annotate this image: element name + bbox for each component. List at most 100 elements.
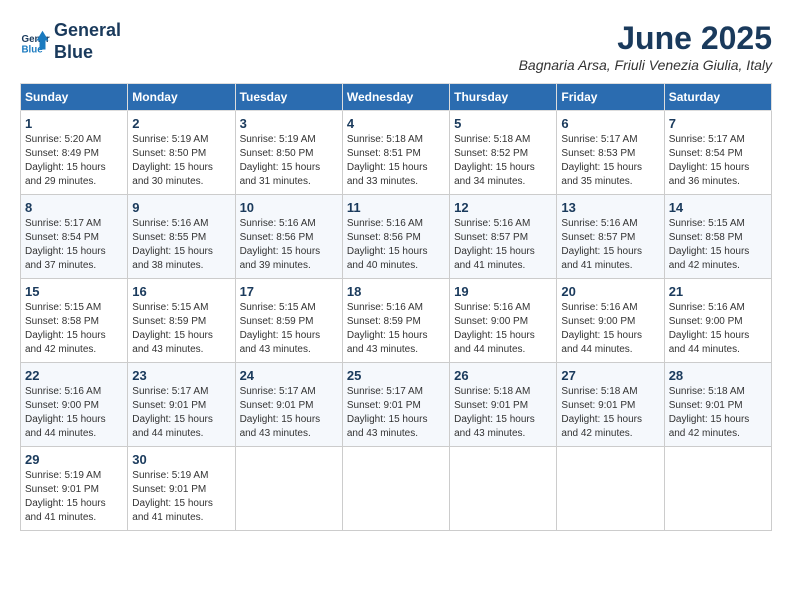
- calendar-week-row: 29 Sunrise: 5:19 AM Sunset: 9:01 PM Dayl…: [21, 447, 772, 531]
- day-number: 20: [561, 284, 659, 299]
- day-info: Sunrise: 5:15 AM Sunset: 8:58 PM Dayligh…: [25, 301, 123, 357]
- day-info: Sunrise: 5:16 AM Sunset: 8:57 PM Dayligh…: [561, 217, 659, 273]
- calendar-cell: 8 Sunrise: 5:17 AM Sunset: 8:54 PM Dayli…: [21, 195, 128, 279]
- day-number: 26: [454, 368, 552, 383]
- calendar-cell: 13 Sunrise: 5:16 AM Sunset: 8:57 PM Dayl…: [557, 195, 664, 279]
- day-number: 6: [561, 116, 659, 131]
- weekday-header: Thursday: [450, 84, 557, 111]
- day-info: Sunrise: 5:19 AM Sunset: 8:50 PM Dayligh…: [240, 133, 338, 189]
- day-number: 17: [240, 284, 338, 299]
- calendar-cell: 27 Sunrise: 5:18 AM Sunset: 9:01 PM Dayl…: [557, 363, 664, 447]
- calendar-cell: 10 Sunrise: 5:16 AM Sunset: 8:56 PM Dayl…: [235, 195, 342, 279]
- day-number: 30: [132, 452, 230, 467]
- day-info: Sunrise: 5:17 AM Sunset: 8:54 PM Dayligh…: [25, 217, 123, 273]
- day-info: Sunrise: 5:17 AM Sunset: 9:01 PM Dayligh…: [132, 385, 230, 441]
- day-number: 27: [561, 368, 659, 383]
- day-number: 21: [669, 284, 767, 299]
- day-info: Sunrise: 5:17 AM Sunset: 9:01 PM Dayligh…: [240, 385, 338, 441]
- calendar-week-row: 8 Sunrise: 5:17 AM Sunset: 8:54 PM Dayli…: [21, 195, 772, 279]
- day-info: Sunrise: 5:18 AM Sunset: 8:51 PM Dayligh…: [347, 133, 445, 189]
- day-number: 1: [25, 116, 123, 131]
- day-info: Sunrise: 5:16 AM Sunset: 9:00 PM Dayligh…: [561, 301, 659, 357]
- day-number: 24: [240, 368, 338, 383]
- calendar-cell: 16 Sunrise: 5:15 AM Sunset: 8:59 PM Dayl…: [128, 279, 235, 363]
- day-number: 8: [25, 200, 123, 215]
- calendar-cell: 5 Sunrise: 5:18 AM Sunset: 8:52 PM Dayli…: [450, 111, 557, 195]
- day-number: 25: [347, 368, 445, 383]
- day-number: 28: [669, 368, 767, 383]
- day-info: Sunrise: 5:16 AM Sunset: 8:56 PM Dayligh…: [240, 217, 338, 273]
- calendar-cell: [342, 447, 449, 531]
- day-number: 15: [25, 284, 123, 299]
- weekday-header: Monday: [128, 84, 235, 111]
- calendar-cell: 24 Sunrise: 5:17 AM Sunset: 9:01 PM Dayl…: [235, 363, 342, 447]
- calendar-cell: 29 Sunrise: 5:19 AM Sunset: 9:01 PM Dayl…: [21, 447, 128, 531]
- day-number: 29: [25, 452, 123, 467]
- calendar-cell: 26 Sunrise: 5:18 AM Sunset: 9:01 PM Dayl…: [450, 363, 557, 447]
- calendar-table: SundayMondayTuesdayWednesdayThursdayFrid…: [20, 83, 772, 531]
- day-number: 23: [132, 368, 230, 383]
- day-info: Sunrise: 5:19 AM Sunset: 9:01 PM Dayligh…: [132, 469, 230, 525]
- calendar-cell: 25 Sunrise: 5:17 AM Sunset: 9:01 PM Dayl…: [342, 363, 449, 447]
- weekday-header: Saturday: [664, 84, 771, 111]
- day-info: Sunrise: 5:18 AM Sunset: 9:01 PM Dayligh…: [669, 385, 767, 441]
- calendar-cell: 28 Sunrise: 5:18 AM Sunset: 9:01 PM Dayl…: [664, 363, 771, 447]
- day-info: Sunrise: 5:16 AM Sunset: 8:57 PM Dayligh…: [454, 217, 552, 273]
- day-info: Sunrise: 5:19 AM Sunset: 8:50 PM Dayligh…: [132, 133, 230, 189]
- calendar-cell: 22 Sunrise: 5:16 AM Sunset: 9:00 PM Dayl…: [21, 363, 128, 447]
- day-number: 7: [669, 116, 767, 131]
- title-block: June 2025 Bagnaria Arsa, Friuli Venezia …: [519, 20, 772, 73]
- calendar-cell: 18 Sunrise: 5:16 AM Sunset: 8:59 PM Dayl…: [342, 279, 449, 363]
- weekday-header: Wednesday: [342, 84, 449, 111]
- day-info: Sunrise: 5:19 AM Sunset: 9:01 PM Dayligh…: [25, 469, 123, 525]
- calendar-cell: [450, 447, 557, 531]
- logo-general: General: [54, 20, 121, 42]
- calendar-cell: 20 Sunrise: 5:16 AM Sunset: 9:00 PM Dayl…: [557, 279, 664, 363]
- day-number: 9: [132, 200, 230, 215]
- day-info: Sunrise: 5:16 AM Sunset: 8:56 PM Dayligh…: [347, 217, 445, 273]
- calendar-week-row: 1 Sunrise: 5:20 AM Sunset: 8:49 PM Dayli…: [21, 111, 772, 195]
- calendar-header-row: SundayMondayTuesdayWednesdayThursdayFrid…: [21, 84, 772, 111]
- logo-blue: Blue: [54, 42, 121, 64]
- day-number: 10: [240, 200, 338, 215]
- calendar-cell: 11 Sunrise: 5:16 AM Sunset: 8:56 PM Dayl…: [342, 195, 449, 279]
- calendar-cell: 1 Sunrise: 5:20 AM Sunset: 8:49 PM Dayli…: [21, 111, 128, 195]
- calendar-cell: 21 Sunrise: 5:16 AM Sunset: 9:00 PM Dayl…: [664, 279, 771, 363]
- calendar-cell: 12 Sunrise: 5:16 AM Sunset: 8:57 PM Dayl…: [450, 195, 557, 279]
- calendar-cell: 3 Sunrise: 5:19 AM Sunset: 8:50 PM Dayli…: [235, 111, 342, 195]
- day-info: Sunrise: 5:18 AM Sunset: 9:01 PM Dayligh…: [561, 385, 659, 441]
- day-info: Sunrise: 5:15 AM Sunset: 8:58 PM Dayligh…: [669, 217, 767, 273]
- day-number: 11: [347, 200, 445, 215]
- calendar-cell: 2 Sunrise: 5:19 AM Sunset: 8:50 PM Dayli…: [128, 111, 235, 195]
- day-number: 14: [669, 200, 767, 215]
- day-number: 2: [132, 116, 230, 131]
- day-number: 22: [25, 368, 123, 383]
- header: General Blue General Blue June 2025 Bagn…: [20, 20, 772, 73]
- weekday-header: Tuesday: [235, 84, 342, 111]
- day-info: Sunrise: 5:18 AM Sunset: 9:01 PM Dayligh…: [454, 385, 552, 441]
- day-info: Sunrise: 5:16 AM Sunset: 8:59 PM Dayligh…: [347, 301, 445, 357]
- day-info: Sunrise: 5:15 AM Sunset: 8:59 PM Dayligh…: [240, 301, 338, 357]
- month-year: June 2025: [519, 20, 772, 57]
- day-number: 16: [132, 284, 230, 299]
- day-number: 4: [347, 116, 445, 131]
- calendar-week-row: 15 Sunrise: 5:15 AM Sunset: 8:58 PM Dayl…: [21, 279, 772, 363]
- day-number: 3: [240, 116, 338, 131]
- calendar-cell: 4 Sunrise: 5:18 AM Sunset: 8:51 PM Dayli…: [342, 111, 449, 195]
- calendar-cell: 14 Sunrise: 5:15 AM Sunset: 8:58 PM Dayl…: [664, 195, 771, 279]
- calendar-week-row: 22 Sunrise: 5:16 AM Sunset: 9:00 PM Dayl…: [21, 363, 772, 447]
- day-info: Sunrise: 5:20 AM Sunset: 8:49 PM Dayligh…: [25, 133, 123, 189]
- logo: General Blue General Blue: [20, 20, 121, 63]
- day-info: Sunrise: 5:15 AM Sunset: 8:59 PM Dayligh…: [132, 301, 230, 357]
- calendar-cell: 6 Sunrise: 5:17 AM Sunset: 8:53 PM Dayli…: [557, 111, 664, 195]
- day-info: Sunrise: 5:18 AM Sunset: 8:52 PM Dayligh…: [454, 133, 552, 189]
- weekday-header: Friday: [557, 84, 664, 111]
- day-number: 18: [347, 284, 445, 299]
- calendar-cell: 7 Sunrise: 5:17 AM Sunset: 8:54 PM Dayli…: [664, 111, 771, 195]
- calendar-cell: 23 Sunrise: 5:17 AM Sunset: 9:01 PM Dayl…: [128, 363, 235, 447]
- day-info: Sunrise: 5:16 AM Sunset: 9:00 PM Dayligh…: [669, 301, 767, 357]
- logo-icon: General Blue: [20, 27, 50, 57]
- day-info: Sunrise: 5:17 AM Sunset: 8:54 PM Dayligh…: [669, 133, 767, 189]
- weekday-header: Sunday: [21, 84, 128, 111]
- day-number: 5: [454, 116, 552, 131]
